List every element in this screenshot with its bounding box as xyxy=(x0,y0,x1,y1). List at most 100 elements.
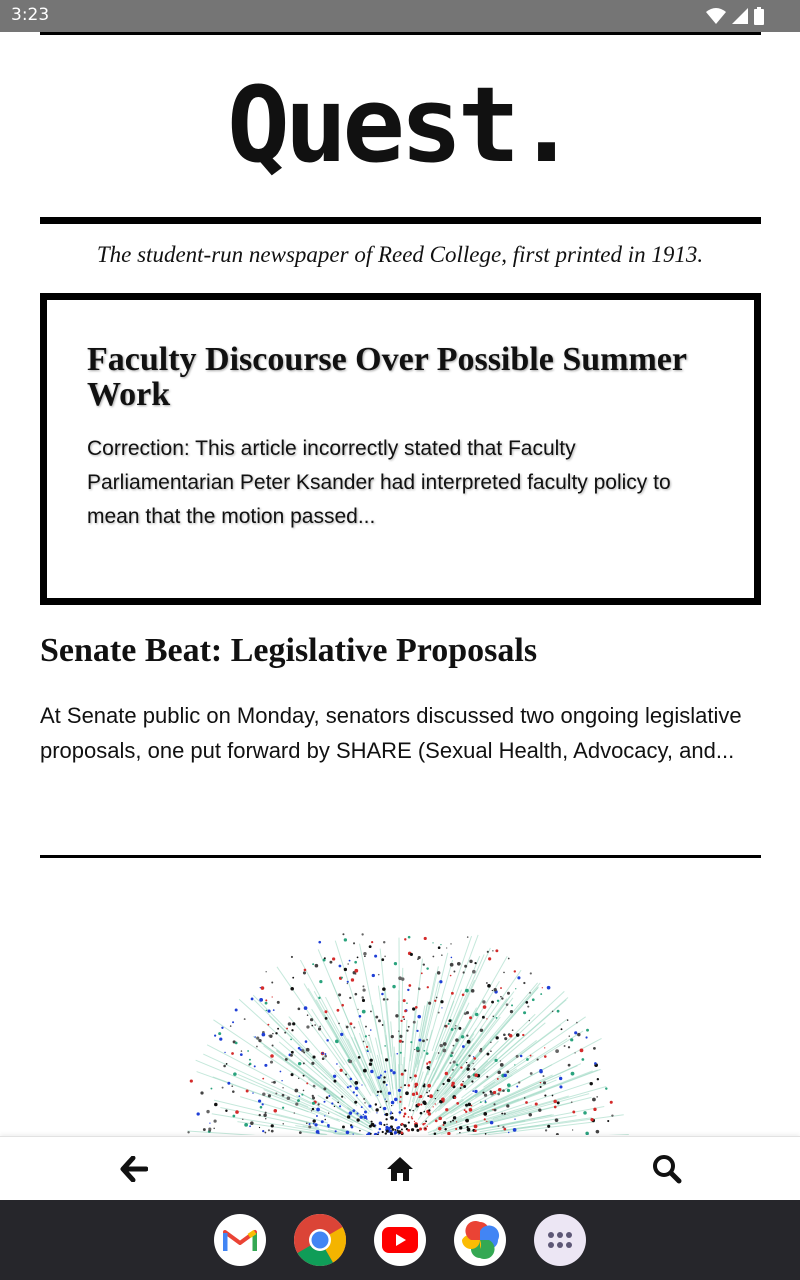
graph-node xyxy=(407,1128,411,1132)
graph-node xyxy=(361,1084,363,1086)
graph-node xyxy=(611,1114,614,1117)
graph-node xyxy=(287,1022,292,1026)
graph-node xyxy=(361,996,364,999)
graph-edge xyxy=(196,1071,309,1113)
graph-node xyxy=(523,981,526,985)
graph-node xyxy=(343,938,348,942)
graph-node xyxy=(469,1016,473,1020)
graph-node xyxy=(504,1037,508,1041)
graph-node xyxy=(419,1094,423,1099)
graph-node xyxy=(395,1014,399,1018)
graph-node xyxy=(303,1006,308,1010)
graph-node xyxy=(361,998,366,1003)
graph-node xyxy=(252,1092,254,1094)
graph-node xyxy=(279,1070,282,1073)
graph-node xyxy=(460,1083,464,1087)
graph-node xyxy=(400,1122,404,1126)
graph-node xyxy=(408,984,412,987)
graph-node xyxy=(495,1036,499,1040)
graph-node xyxy=(306,1014,309,1016)
graph-node xyxy=(297,1099,300,1103)
graph-node xyxy=(453,970,456,973)
graph-node xyxy=(389,1112,392,1115)
graph-node xyxy=(559,1085,563,1089)
graph-node xyxy=(189,1079,193,1083)
article-title[interactable]: Senate Beat: Legislative Proposals xyxy=(40,631,761,671)
graph-node xyxy=(474,1073,479,1077)
graph-node xyxy=(403,1107,407,1110)
gmail-app[interactable] xyxy=(214,1214,266,1266)
graph-node xyxy=(273,1109,278,1113)
graph-node xyxy=(221,1086,224,1089)
graph-node xyxy=(467,1075,471,1079)
graph-node xyxy=(384,955,386,958)
graph-node xyxy=(519,1054,523,1058)
graph-node xyxy=(311,1094,314,1097)
graph-node xyxy=(441,1097,445,1102)
graph-node xyxy=(441,954,443,956)
graph-node xyxy=(275,1092,278,1095)
wifi-icon xyxy=(706,8,726,24)
graph-node xyxy=(398,1111,402,1114)
graph-node xyxy=(355,1094,358,1097)
graph-node xyxy=(342,933,345,936)
graph-node xyxy=(321,1052,324,1055)
graph-node xyxy=(303,968,307,972)
graph-node xyxy=(449,1061,452,1064)
graph-node xyxy=(214,1034,217,1037)
graph-node xyxy=(267,1023,270,1026)
graph-node xyxy=(314,963,319,968)
graph-node xyxy=(350,1125,354,1129)
graph-node xyxy=(373,1132,378,1135)
featured-article-card[interactable]: Faculty Discourse Over Possible Summer W… xyxy=(40,293,761,605)
photos-app[interactable] xyxy=(454,1214,506,1266)
graph-node xyxy=(449,962,454,967)
app-drawer-button[interactable] xyxy=(534,1214,586,1266)
home-button[interactable] xyxy=(382,1151,418,1187)
status-time: 3:23 xyxy=(11,5,50,25)
featured-article-title[interactable]: Faculty Discourse Over Possible Summer W… xyxy=(87,342,687,412)
youtube-app[interactable] xyxy=(374,1214,426,1266)
graph-node xyxy=(324,1054,327,1058)
network-graph-image[interactable] xyxy=(150,895,650,1135)
graph-node xyxy=(334,1130,337,1133)
graph-node xyxy=(407,988,410,992)
graph-node xyxy=(544,1047,546,1049)
graph-node xyxy=(558,1076,563,1081)
graph-node xyxy=(410,1128,415,1132)
graph-node xyxy=(354,1081,359,1085)
graph-node xyxy=(249,1125,251,1128)
masthead[interactable]: Quest. xyxy=(0,70,800,180)
graph-node xyxy=(343,967,348,972)
graph-node xyxy=(394,1118,398,1122)
graph-node xyxy=(378,1019,381,1023)
quest-logo[interactable]: Quest. xyxy=(0,70,800,180)
graph-node xyxy=(250,997,254,1001)
graph-node xyxy=(272,1009,275,1011)
graph-node xyxy=(442,1042,447,1046)
graph-node xyxy=(293,1112,296,1114)
graph-node xyxy=(348,1059,353,1064)
graph-node xyxy=(503,1127,507,1131)
graph-node xyxy=(357,1055,361,1059)
graph-node xyxy=(544,1094,547,1097)
graph-node xyxy=(553,1105,557,1109)
search-button[interactable] xyxy=(649,1151,685,1187)
graph-node xyxy=(463,1085,467,1088)
graph-node xyxy=(219,1037,223,1041)
back-button[interactable] xyxy=(116,1151,152,1187)
graph-edge xyxy=(500,1114,624,1132)
graph-node xyxy=(402,999,406,1003)
chrome-app[interactable] xyxy=(294,1214,346,1266)
graph-node xyxy=(324,1017,328,1020)
graph-edge xyxy=(266,1092,341,1123)
graph-node xyxy=(461,993,465,997)
graph-node xyxy=(261,1032,266,1037)
graph-node xyxy=(263,1113,267,1118)
graph-node xyxy=(426,1091,428,1094)
graph-node xyxy=(410,1041,413,1044)
graph-node xyxy=(506,1088,511,1093)
graph-node xyxy=(257,1099,262,1103)
graph-node xyxy=(297,1077,300,1080)
graph-node xyxy=(329,960,333,964)
